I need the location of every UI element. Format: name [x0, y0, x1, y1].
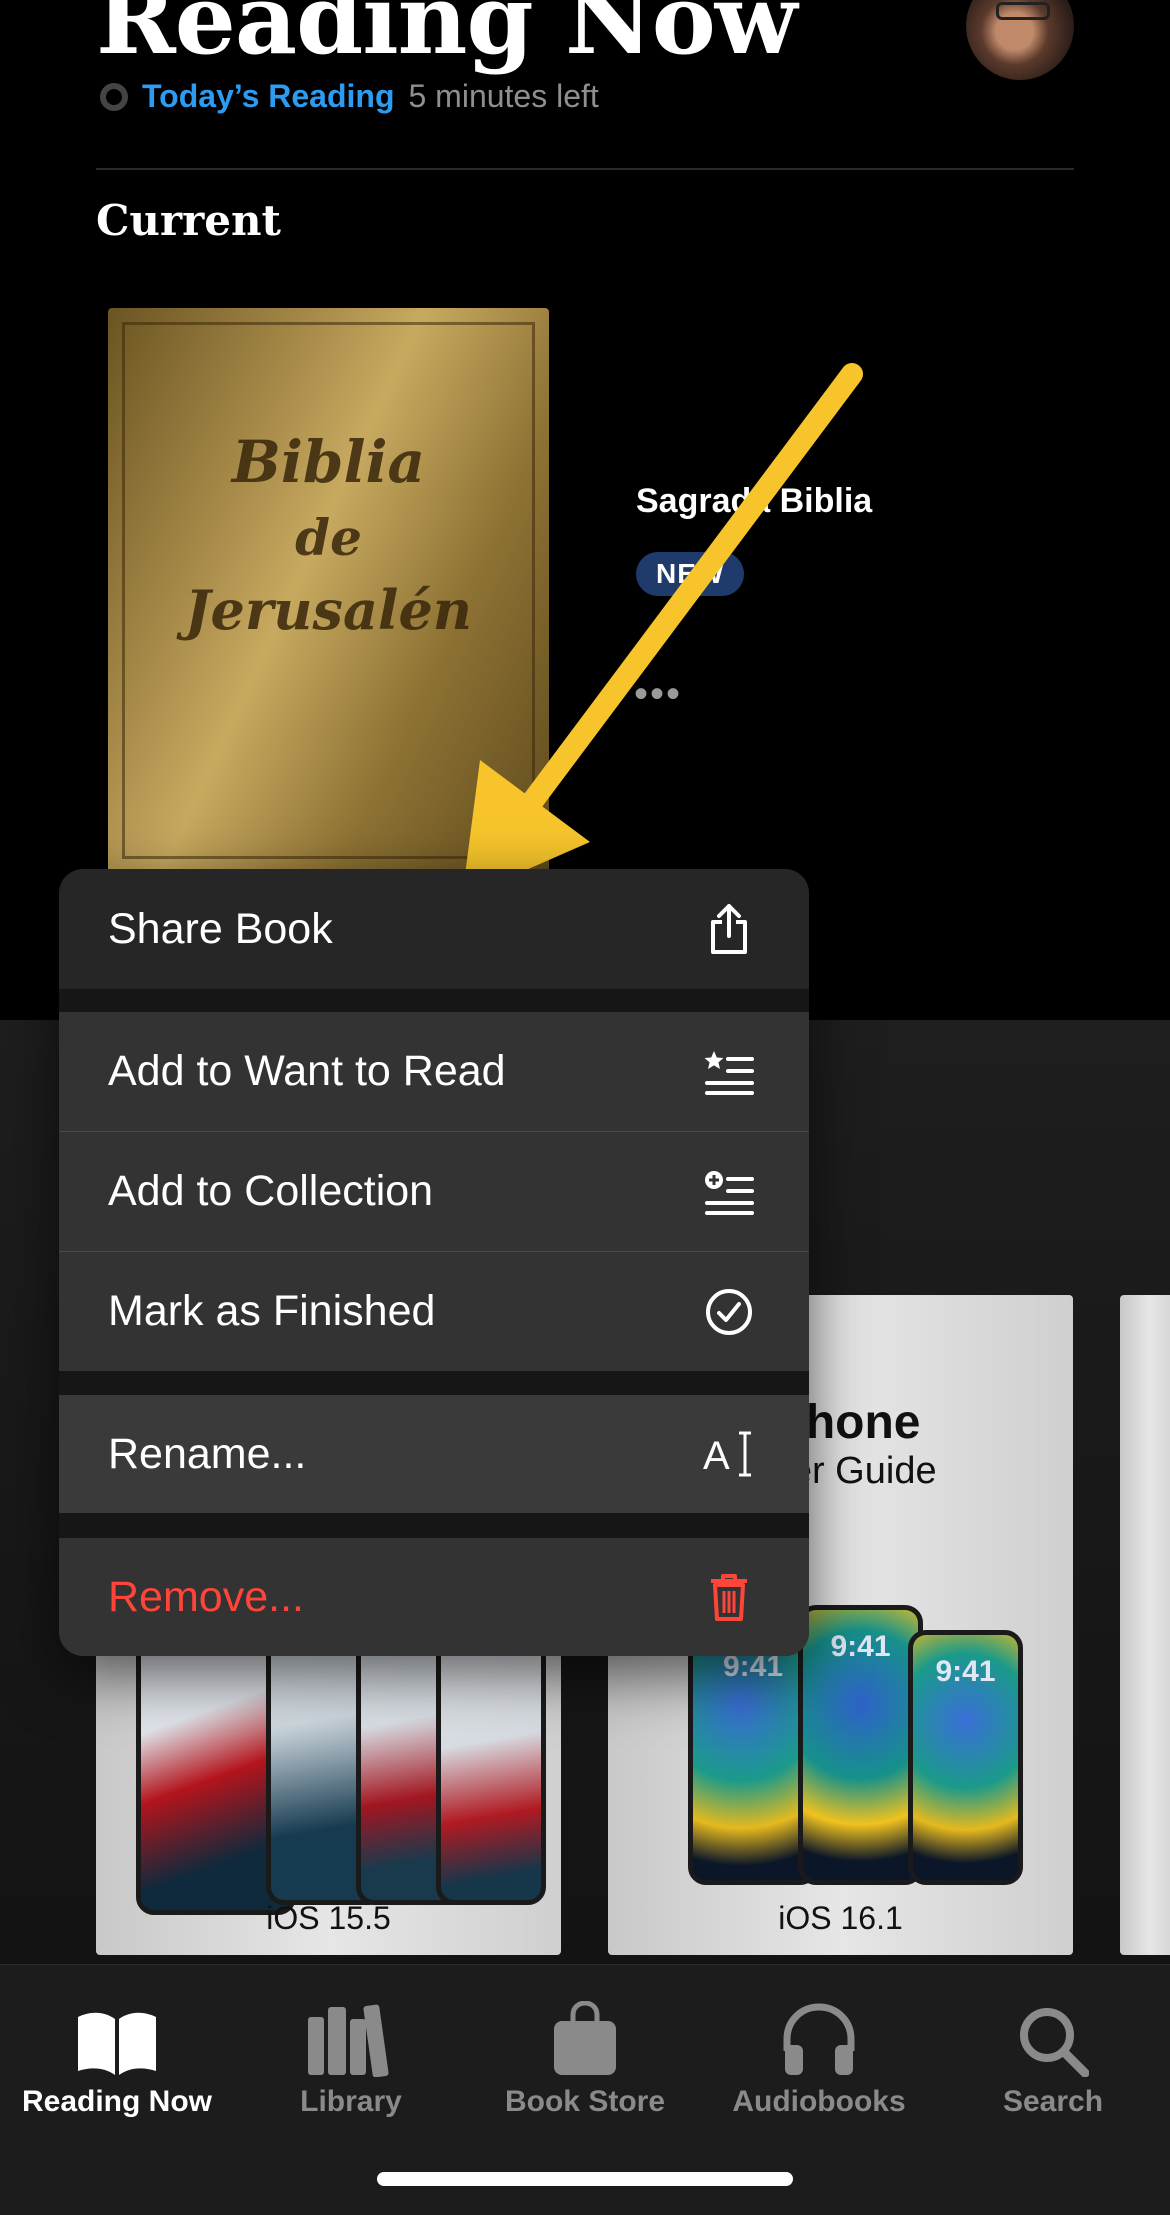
- shopping-bag-icon: [468, 1977, 702, 2077]
- tab-book-store[interactable]: Book Store: [468, 1977, 702, 2119]
- add-to-collection-menu-item[interactable]: Add to Collection: [59, 1132, 809, 1251]
- tab-search[interactable]: Search: [936, 1977, 1170, 2119]
- rename-menu-item[interactable]: Rename... A: [59, 1395, 809, 1513]
- tab-label: Book Store: [504, 2085, 666, 2118]
- search-icon: [936, 1977, 1170, 2077]
- menu-item-label: Share Book: [108, 904, 333, 953]
- trash-icon: [701, 1569, 757, 1625]
- mark-as-finished-menu-item[interactable]: Mark as Finished: [59, 1252, 809, 1371]
- tab-audiobooks[interactable]: Audiobooks: [702, 1977, 936, 2119]
- rename-icon: A: [701, 1426, 757, 1482]
- context-menu: Share Book Add to Want to Read Add to Co…: [59, 869, 809, 1656]
- books-vertical-icon: [234, 1977, 468, 2077]
- home-indicator[interactable]: [377, 2172, 793, 2186]
- headphones-icon: [702, 1977, 936, 2077]
- tab-label: Search: [1002, 2085, 1104, 2118]
- tab-label: Library: [300, 2085, 402, 2118]
- tab-label: Reading Now: [21, 2085, 212, 2118]
- menu-item-label: Remove...: [108, 1572, 304, 1621]
- plus-list-icon: [701, 1164, 757, 1220]
- menu-item-label: Add to Want to Read: [108, 1047, 506, 1095]
- menu-item-label: Rename...: [108, 1429, 307, 1478]
- svg-text:A: A: [703, 1434, 730, 1478]
- add-to-want-to-read-menu-item[interactable]: Add to Want to Read: [59, 1012, 809, 1131]
- book-open-icon: [0, 1977, 234, 2077]
- menu-item-label: Mark as Finished: [108, 1287, 436, 1335]
- tab-reading-now[interactable]: Reading Now: [0, 1977, 234, 2119]
- tab-label: Audiobooks: [732, 2085, 906, 2118]
- share-book-menu-item[interactable]: Share Book: [59, 869, 809, 989]
- checkmark-circle-icon: [701, 1284, 757, 1340]
- tab-library[interactable]: Library: [234, 1977, 468, 2119]
- menu-item-label: Add to Collection: [108, 1167, 434, 1215]
- remove-menu-item[interactable]: Remove...: [59, 1538, 809, 1656]
- star-list-icon: [701, 1044, 757, 1100]
- share-icon: [701, 901, 757, 957]
